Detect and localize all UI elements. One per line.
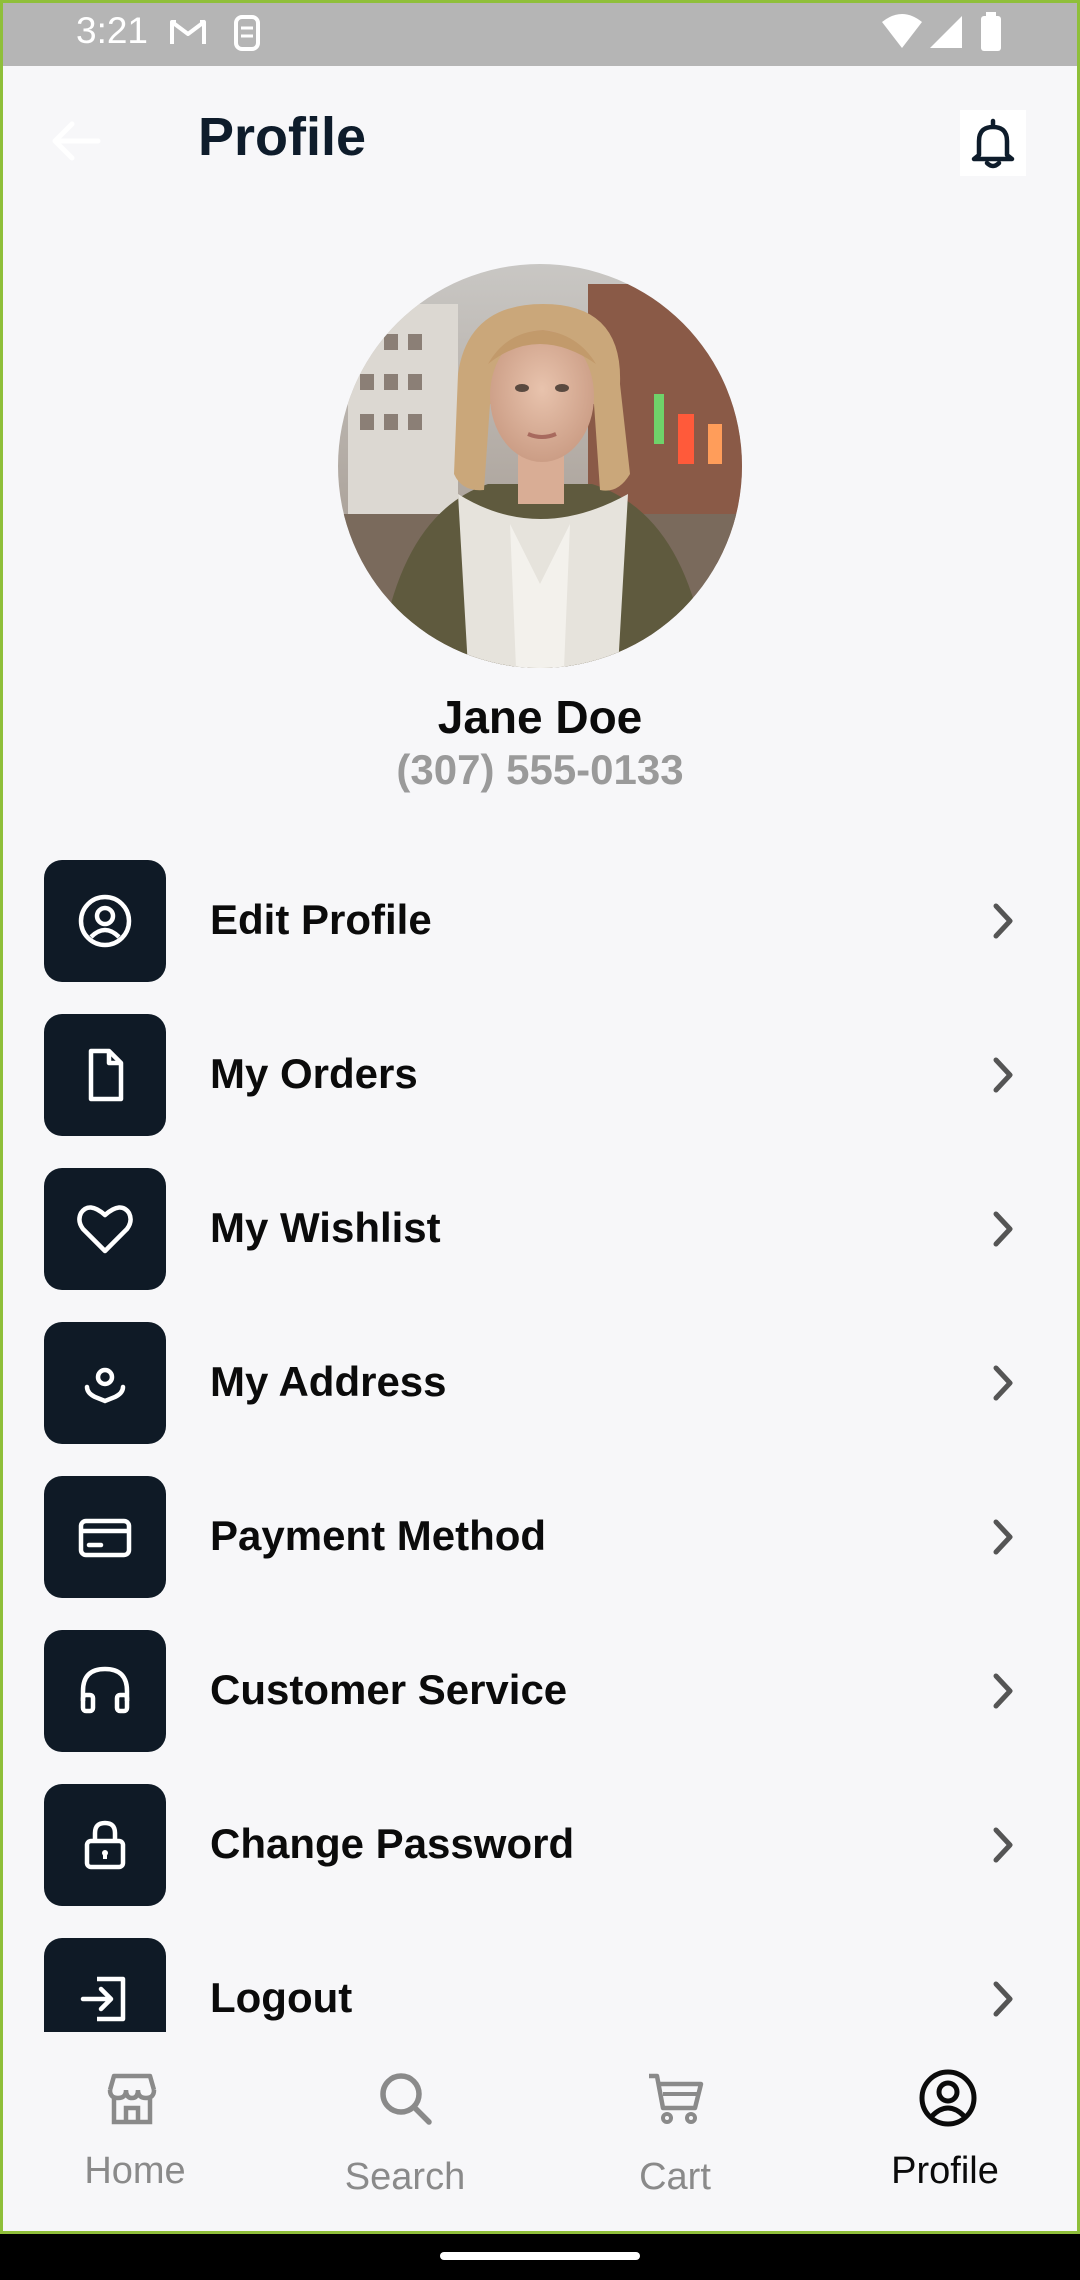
nav-label: Cart [639, 2156, 711, 2198]
sim-icon [232, 14, 262, 61]
cart-icon [649, 2073, 704, 2124]
menu-item-label: Change Password [210, 1820, 575, 1867]
store-icon [107, 2073, 157, 2125]
home-gesture-bar[interactable] [440, 2252, 640, 2260]
menu-item-label: My Address [210, 1358, 447, 1405]
chevron-right-icon [993, 1057, 1013, 1093]
page-title: Profile [198, 107, 367, 167]
nav-label: Profile [891, 2150, 999, 2192]
menu-item-my-address[interactable]: My Address [0, 1322, 1080, 1444]
menu-icon-box [44, 1938, 166, 2032]
lock-icon [84, 1820, 126, 1870]
menu-icon-box [44, 1322, 166, 1444]
menu-item-logout[interactable]: Logout [0, 1938, 1080, 2032]
menu-item-label: Customer Service [210, 1666, 568, 1713]
document-icon [88, 1048, 124, 1102]
menu-item-customer-service[interactable]: Customer Service [0, 1630, 1080, 1752]
chevron-right-icon [993, 1519, 1013, 1555]
menu-item-label: My Wishlist [210, 1204, 441, 1251]
menu-item-my-wishlist[interactable]: My Wishlist [0, 1168, 1080, 1290]
chevron-right-icon [993, 1981, 1013, 2017]
location-icon [84, 1367, 126, 1404]
notification-button[interactable] [960, 110, 1026, 176]
chevron-right-icon [993, 1365, 1013, 1401]
search-icon [380, 2073, 432, 2125]
profile-menu: Edit Profile My Orders My Wishlist My Ad… [0, 860, 1080, 2032]
bottom-nav: Home Search Cart Profile [0, 2032, 1080, 2234]
wifi-icon [880, 12, 924, 59]
menu-item-my-orders[interactable]: My Orders [0, 1014, 1080, 1136]
nav-item-profile[interactable]: Profile [810, 2032, 1080, 2234]
nav-label: Home [84, 2150, 186, 2192]
menu-item-label: Edit Profile [210, 896, 432, 943]
nav-item-home[interactable]: Home [0, 2032, 270, 2234]
menu-icon-box [44, 860, 166, 982]
chevron-right-icon [993, 1827, 1013, 1863]
battery-icon [980, 12, 1002, 61]
user-circle-icon [78, 894, 132, 948]
menu-item-edit-profile[interactable]: Edit Profile [0, 860, 1080, 982]
signal-icon [928, 14, 964, 59]
nav-item-cart[interactable]: Cart [540, 2032, 810, 2234]
bell-icon [971, 118, 1015, 169]
menu-icon-box [44, 1476, 166, 1598]
arrow-left-icon [52, 121, 101, 161]
menu-icon-box [44, 1014, 166, 1136]
back-button[interactable] [46, 116, 106, 166]
chevron-right-icon [993, 1673, 1013, 1709]
profile-avatar[interactable] [338, 264, 742, 668]
avatar-photo [338, 264, 742, 668]
menu-icon-box [44, 1168, 166, 1290]
chevron-right-icon [993, 903, 1013, 939]
headphones-icon [80, 1666, 130, 1714]
chevron-right-icon [993, 1211, 1013, 1247]
menu-icon-box [44, 1784, 166, 1906]
profile-screen: 3:21 Profile Jane Doe (307) 555-0133 Edi… [0, 0, 1080, 2280]
user-phone: (307) 555-0133 [396, 746, 684, 793]
heart-icon [77, 1205, 133, 1254]
gmail-icon [168, 14, 208, 59]
nav-label: Search [344, 2156, 466, 2198]
status-time: 3:21 [76, 10, 149, 51]
user-circle-icon [919, 2069, 977, 2127]
menu-item-change-password[interactable]: Change Password [0, 1784, 1080, 1906]
menu-icon-box [44, 1630, 166, 1752]
credit-card-icon [78, 1518, 132, 1558]
logout-icon [80, 1976, 126, 2022]
user-name: Jane Doe [437, 691, 643, 743]
app-header: Profile [0, 66, 1080, 216]
menu-item-label: Payment Method [210, 1512, 547, 1559]
nav-item-search[interactable]: Search [270, 2032, 540, 2234]
menu-item-label: My Orders [210, 1050, 418, 1097]
menu-item-label: Logout [210, 1974, 353, 2021]
menu-item-payment-method[interactable]: Payment Method [0, 1476, 1080, 1598]
system-nav-bar [0, 2234, 1080, 2280]
status-bar: 3:21 [0, 0, 1080, 66]
